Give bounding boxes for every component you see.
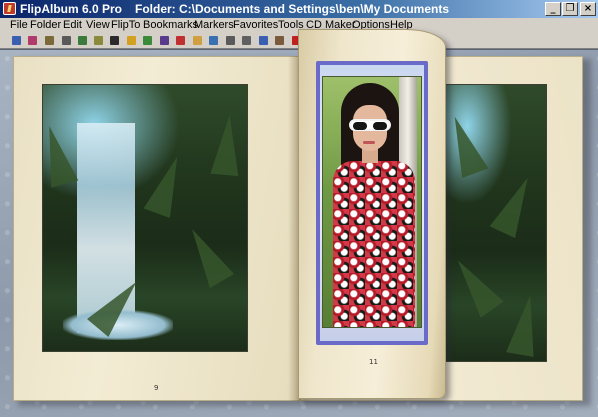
- page-icon[interactable]: [28, 36, 37, 45]
- menu-bookmarks[interactable]: Bookmarks: [143, 18, 198, 33]
- minimize-button[interactable]: _: [545, 2, 561, 16]
- title-bar: FlipAlbum 6.0 Pro Folder: C:\Documents a…: [0, 0, 598, 18]
- view-icon[interactable]: [12, 36, 21, 45]
- print-icon[interactable]: [242, 36, 251, 45]
- tag-icon[interactable]: [143, 36, 152, 45]
- left-page-number: 9: [154, 384, 159, 392]
- sunglasses: [349, 119, 391, 131]
- edit-icon[interactable]: [94, 36, 103, 45]
- menu-flipto[interactable]: FlipTo: [111, 18, 140, 33]
- app-icon[interactable]: [3, 2, 16, 15]
- slideshow-icon[interactable]: [259, 36, 268, 45]
- window-title-folder: Folder: C:\Documents and Settings\ben\My…: [135, 2, 450, 16]
- window-title-app: FlipAlbum 6.0 Pro: [20, 2, 123, 16]
- mouth: [363, 141, 375, 144]
- album-icon[interactable]: [45, 36, 54, 45]
- menu-folder[interactable]: Folder: [30, 18, 61, 33]
- contents-icon[interactable]: [78, 36, 87, 45]
- grid-icon[interactable]: [226, 36, 235, 45]
- music-icon[interactable]: [160, 36, 169, 45]
- restore-button[interactable]: ❐: [562, 2, 578, 16]
- menu-file[interactable]: File: [10, 18, 28, 33]
- fern: [441, 112, 489, 178]
- menu-favorites[interactable]: Favorites: [233, 18, 278, 33]
- save-icon[interactable]: [110, 36, 119, 45]
- fern: [489, 171, 541, 239]
- globe-icon[interactable]: [209, 36, 218, 45]
- patterned-dress: [333, 161, 415, 327]
- close-button[interactable]: ×: [580, 2, 596, 16]
- right-photo-jungle[interactable]: [440, 84, 547, 362]
- fern: [210, 113, 244, 177]
- menu-markers[interactable]: Markers: [194, 18, 234, 33]
- settings-icon[interactable]: [275, 36, 284, 45]
- index-icon[interactable]: [62, 36, 71, 45]
- portrait-photo[interactable]: [322, 76, 422, 328]
- fern: [506, 293, 544, 357]
- menu-edit[interactable]: Edit: [63, 18, 82, 33]
- turning-page-number: 11: [369, 358, 378, 366]
- fern: [446, 252, 504, 318]
- star-icon[interactable]: [127, 36, 136, 45]
- left-photo-waterfall[interactable]: [42, 84, 248, 352]
- fern: [43, 122, 79, 188]
- neck: [362, 149, 378, 163]
- menu-view[interactable]: View: [86, 18, 110, 33]
- fern: [179, 222, 235, 288]
- fern: [143, 152, 191, 218]
- bookmark-icon[interactable]: [176, 36, 185, 45]
- folder-icon[interactable]: [193, 36, 202, 45]
